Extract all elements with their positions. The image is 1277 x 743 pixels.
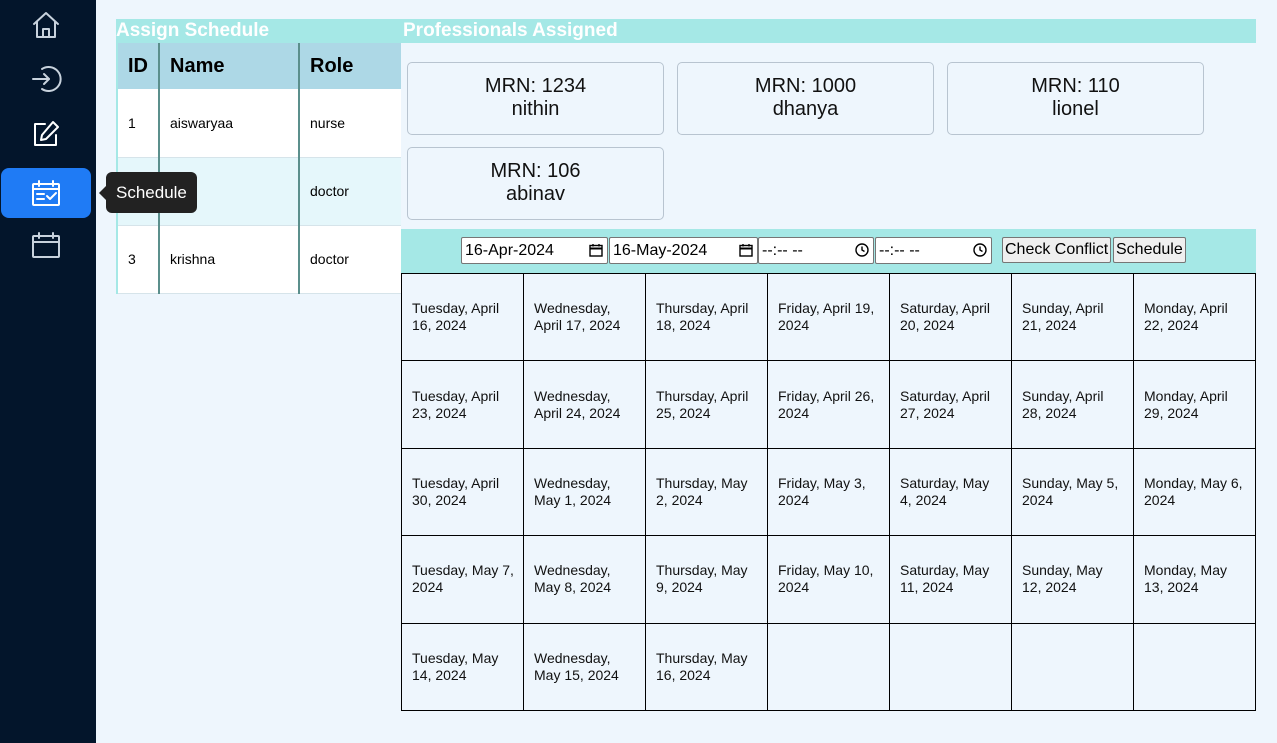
professional-card[interactable]: MRN: 1000 dhanya (677, 62, 934, 135)
end-time-input[interactable]: --:-- -- (875, 237, 992, 264)
cell-role: nurse (299, 89, 401, 158)
calendar-day-cell[interactable]: Friday, May 10, 2024 (768, 536, 890, 624)
calendar-day-cell[interactable] (1012, 623, 1134, 711)
calendar-day-cell[interactable]: Monday, May 6, 2024 (1134, 448, 1256, 537)
calendar-day-cell[interactable]: Tuesday, April 16, 2024 (402, 274, 524, 362)
end-time-value: --:-- -- (879, 242, 920, 259)
clock-icon[interactable] (855, 243, 869, 257)
assign-schedule-title: Assign Schedule (116, 19, 401, 43)
login-icon (31, 66, 62, 92)
table-header-row: ID Name Role (116, 43, 401, 89)
edit-icon (33, 121, 59, 146)
calendar-day-cell[interactable]: Sunday, May 5, 2024 (1012, 448, 1134, 537)
calendar-day-cell[interactable]: Tuesday, May 14, 2024 (402, 623, 524, 711)
nav-login[interactable] (0, 54, 91, 104)
calendar-day-cell[interactable]: Wednesday, May 8, 2024 (524, 536, 646, 624)
calendar-day-cell[interactable]: Wednesday, April 17, 2024 (524, 274, 646, 362)
start-time-input[interactable]: --:-- -- (758, 237, 874, 264)
calendar-day-cell[interactable]: Thursday, May 2, 2024 (646, 448, 768, 537)
staff-table: ID Name Role 1 aiswaryaa nurse doctor 3 … (116, 43, 401, 294)
sidebar (0, 0, 96, 743)
calendar-day-cell[interactable]: Monday, May 13, 2024 (1134, 536, 1256, 624)
calendar-day-cell[interactable]: Friday, May 3, 2024 (768, 448, 890, 537)
calendar-day-cell[interactable]: Sunday, April 28, 2024 (1012, 361, 1134, 449)
cell-id: 1 (116, 89, 160, 158)
table-row[interactable]: 3 krishna doctor (116, 225, 401, 294)
schedule-tooltip: Schedule (99, 172, 197, 213)
end-date-input[interactable]: 16-May-2024 (609, 237, 758, 264)
card-name: lionel (1052, 98, 1099, 120)
table-row[interactable]: 1 aiswaryaa nurse (116, 89, 401, 158)
calendar-day-cell[interactable]: Monday, April 29, 2024 (1134, 361, 1256, 449)
card-name: dhanya (772, 98, 839, 120)
card-name: nithin (511, 98, 560, 120)
cell-name: aiswaryaa (159, 89, 300, 158)
column-header-role: Role (298, 43, 401, 89)
calendar-grid: Tuesday, April 16, 2024 Wednesday, April … (401, 273, 1256, 711)
card-mrn: MRN: 1234 (484, 75, 587, 97)
column-header-name: Name (158, 43, 300, 89)
clock-icon[interactable] (973, 243, 987, 257)
calendar-day-cell[interactable]: Tuesday, May 7, 2024 (402, 536, 524, 624)
calendar-day-cell[interactable]: Friday, April 19, 2024 (768, 274, 890, 362)
cell-role: doctor (299, 225, 401, 294)
calendar-day-cell[interactable]: Thursday, May 16, 2024 (646, 623, 768, 711)
professional-card[interactable]: MRN: 106 abinav (407, 147, 664, 220)
calendar-day-cell[interactable]: Thursday, April 25, 2024 (646, 361, 768, 449)
calendar-day-cell[interactable]: Saturday, April 27, 2024 (890, 361, 1012, 449)
schedule-check-icon (32, 180, 60, 206)
schedule-controls: 16-Apr-2024 16-May-2024 --:-- -- --:-- -… (401, 229, 1256, 273)
calendar-day-cell[interactable]: Thursday, April 18, 2024 (646, 274, 768, 362)
start-date-input[interactable]: 16-Apr-2024 (461, 237, 608, 264)
professional-card[interactable]: MRN: 110 lionel (947, 62, 1204, 135)
calendar-day-cell[interactable]: Monday, April 22, 2024 (1134, 274, 1256, 362)
calendar-picker-icon[interactable] (739, 243, 753, 257)
calendar-day-cell[interactable]: Wednesday, May 1, 2024 (524, 448, 646, 537)
cell-id: 3 (116, 225, 160, 294)
calendar-day-cell[interactable] (1134, 623, 1256, 711)
column-header-id: ID (116, 43, 160, 89)
calendar-day-cell[interactable]: Friday, April 26, 2024 (768, 361, 890, 449)
nav-home[interactable] (0, 0, 91, 50)
card-mrn: MRN: 110 (1031, 75, 1120, 97)
card-mrn: MRN: 106 (490, 160, 581, 182)
cell-role: doctor (299, 157, 401, 226)
calendar-day-cell[interactable]: Wednesday, April 24, 2024 (524, 361, 646, 449)
cell-name: krishna (159, 225, 300, 294)
nav-calendar[interactable] (0, 220, 91, 270)
home-icon (32, 12, 59, 38)
calendar-day-cell[interactable]: Sunday, May 12, 2024 (1012, 536, 1134, 624)
calendar-day-cell[interactable]: Saturday, May 11, 2024 (890, 536, 1012, 624)
calendar-icon (31, 232, 60, 258)
calendar-day-cell[interactable]: Saturday, May 4, 2024 (890, 448, 1012, 537)
calendar-day-cell[interactable]: Thursday, May 9, 2024 (646, 536, 768, 624)
professionals-assigned-title: Professionals Assigned (401, 19, 1256, 43)
nav-schedule[interactable] (1, 168, 91, 218)
calendar-day-cell[interactable] (768, 623, 890, 711)
check-conflict-button[interactable]: Check Conflict (1002, 237, 1112, 263)
calendar-picker-icon[interactable] (589, 243, 603, 257)
calendar-day-cell[interactable]: Saturday, April 20, 2024 (890, 274, 1012, 362)
calendar-day-cell[interactable] (890, 623, 1012, 711)
calendar-day-cell[interactable]: Tuesday, April 23, 2024 (402, 361, 524, 449)
end-date-value: 16-May-2024 (613, 242, 708, 259)
nav-edit[interactable] (0, 109, 91, 159)
card-mrn: MRN: 1000 (754, 75, 857, 97)
start-date-value: 16-Apr-2024 (465, 242, 554, 259)
schedule-button[interactable]: Schedule (1113, 237, 1186, 263)
start-time-value: --:-- -- (762, 242, 803, 259)
calendar-day-cell[interactable]: Tuesday, April 30, 2024 (402, 448, 524, 537)
professional-card[interactable]: MRN: 1234 nithin (407, 62, 664, 135)
card-name: abinav (506, 183, 565, 205)
calendar-day-cell[interactable]: Sunday, April 21, 2024 (1012, 274, 1134, 362)
calendar-day-cell[interactable]: Wednesday, May 15, 2024 (524, 623, 646, 711)
